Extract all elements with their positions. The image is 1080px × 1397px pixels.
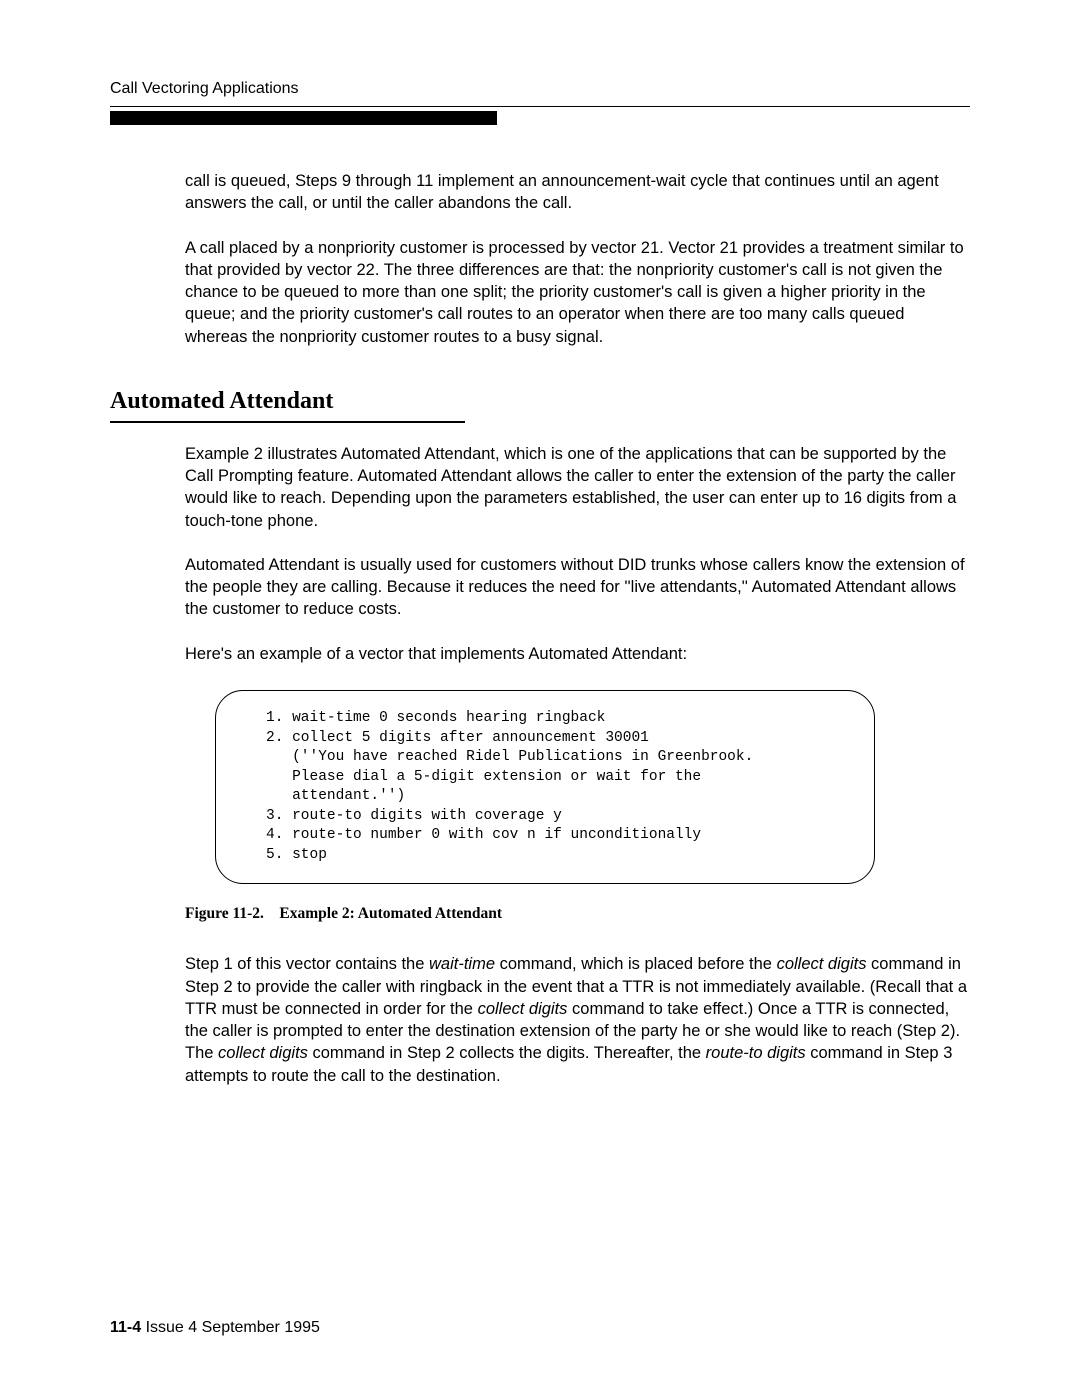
page-number: 11-4 — [110, 1319, 141, 1336]
body-paragraph: Here's an example of a vector that imple… — [185, 643, 970, 665]
issue-label: Issue 4 September 1995 — [141, 1319, 320, 1336]
body-paragraph: Step 1 of this vector contains the wait-… — [185, 953, 970, 1087]
body-paragraph: Example 2 illustrates Automated Attendan… — [185, 443, 970, 532]
body-paragraph: A call placed by a nonpriority customer … — [185, 237, 970, 348]
command-route-to-digits: route-to digits — [706, 1044, 806, 1062]
header-rule — [110, 106, 970, 107]
command-wait-time: wait-time — [429, 955, 495, 973]
command-collect-digits: collect digits — [218, 1044, 308, 1062]
text-fragment: Step 1 of this vector contains the — [185, 955, 429, 973]
code-listing: 1. wait-time 0 seconds hearing ringback … — [215, 690, 875, 885]
figure-caption: Figure 11-2. Example 2: Automated Attend… — [185, 904, 970, 925]
running-header: Call Vectoring Applications — [110, 80, 970, 98]
command-collect-digits: collect digits — [478, 1000, 568, 1018]
text-fragment: command in Step 2 collects the digits. T… — [308, 1044, 706, 1062]
body-paragraph: Automated Attendant is usually used for … — [185, 554, 970, 621]
page-footer: 11-4 Issue 4 September 1995 — [110, 1319, 320, 1337]
header-black-bar — [110, 111, 497, 125]
command-collect-digits: collect digits — [777, 955, 867, 973]
body-paragraph: call is queued, Steps 9 through 11 imple… — [185, 170, 970, 215]
text-fragment: command, which is placed before the — [495, 955, 777, 973]
section-rule — [110, 421, 465, 423]
section-heading: Automated Attendant — [110, 388, 970, 415]
